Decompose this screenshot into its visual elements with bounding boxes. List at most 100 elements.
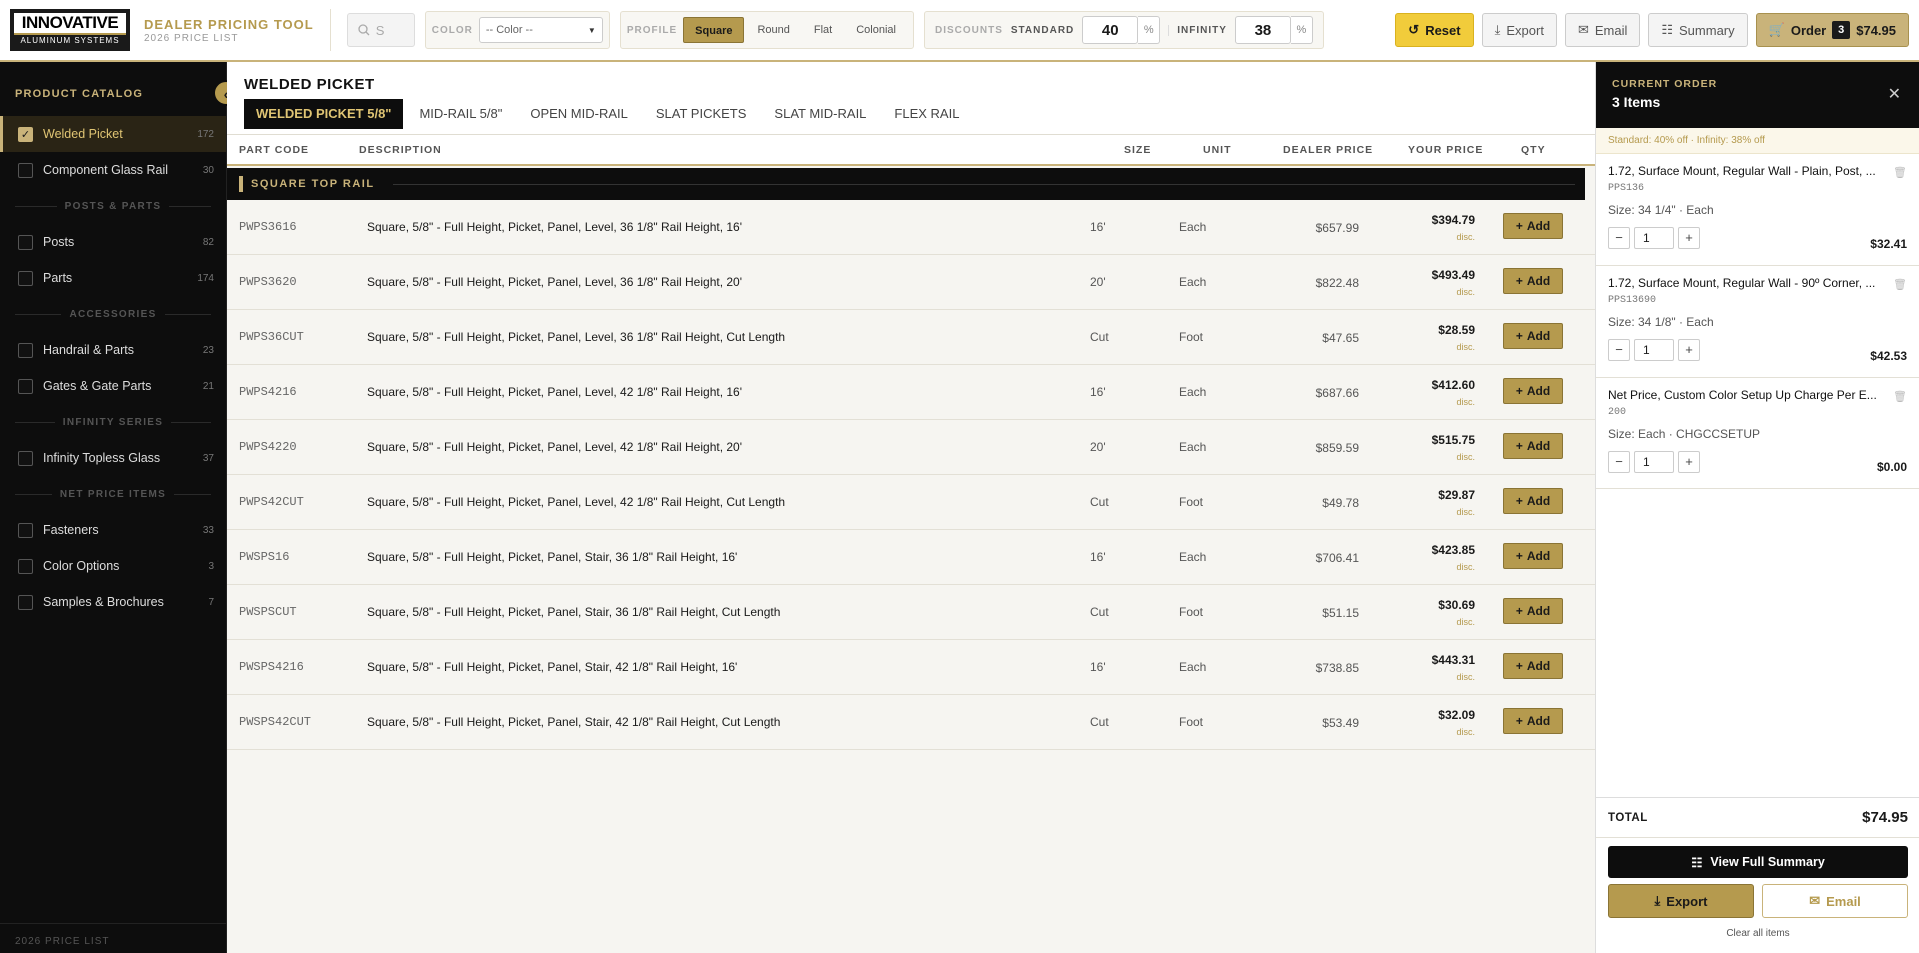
add-button[interactable]: + Add bbox=[1503, 653, 1563, 679]
sidebar-item-parts[interactable]: Parts 174 bbox=[0, 260, 226, 296]
profile-flat[interactable]: Flat bbox=[803, 17, 843, 43]
sidebar-item-infinity-glass[interactable]: Infinity Topless Glass 37 bbox=[0, 440, 226, 476]
sidebar-item-label: Color Options bbox=[43, 559, 120, 573]
tab-slat-mid-rail[interactable]: SLAT MID-RAIL bbox=[762, 99, 878, 129]
decrement-button[interactable]: − bbox=[1608, 451, 1630, 473]
add-button[interactable]: + Add bbox=[1503, 598, 1563, 624]
decrement-button[interactable]: − bbox=[1608, 227, 1630, 249]
part-size: Cut bbox=[1090, 495, 1109, 509]
group-bar bbox=[239, 176, 243, 192]
export-button[interactable]: ⤓ Export bbox=[1481, 13, 1557, 47]
tab-welded-picket[interactable]: WELDED PICKET 5/8" bbox=[244, 99, 404, 129]
part-description: Square, 5/8" - Full Height, Picket, Pane… bbox=[367, 275, 743, 289]
quantity-input[interactable]: 1 bbox=[1634, 227, 1674, 249]
order-item-price: $42.53 bbox=[1870, 349, 1907, 363]
quantity-input[interactable]: 1 bbox=[1634, 339, 1674, 361]
add-button[interactable]: + Add bbox=[1503, 433, 1563, 459]
product-rows: PWPS3616 Square, 5/8" - Full Height, Pick… bbox=[227, 200, 1595, 750]
order-button[interactable]: 🛒 Order 3 $74.95 bbox=[1755, 13, 1909, 47]
sidebar-item-component-glass-rail[interactable]: Component Glass Rail 30 bbox=[0, 152, 226, 188]
add-button[interactable]: + Add bbox=[1503, 488, 1563, 514]
add-button[interactable]: + Add bbox=[1503, 268, 1563, 294]
col-dealer-price: DEALER PRICE bbox=[1283, 143, 1374, 156]
group-header: SQUARE TOP RAIL bbox=[227, 168, 1585, 200]
profile-round[interactable]: Round bbox=[746, 17, 800, 43]
sidebar-item-count: 82 bbox=[202, 236, 214, 248]
order-panel-label: CURRENT ORDER bbox=[1612, 78, 1718, 90]
part-description: Square, 5/8" - Full Height, Picket, Pane… bbox=[367, 330, 786, 344]
add-button[interactable]: + Add bbox=[1503, 708, 1563, 734]
close-icon[interactable]: ✕ bbox=[1888, 84, 1901, 104]
cart-email-button[interactable]: ✉ Email bbox=[1762, 884, 1908, 918]
increment-button[interactable]: + bbox=[1678, 451, 1700, 473]
part-unit: Each bbox=[1179, 440, 1207, 454]
tab-flex-rail[interactable]: FLEX RAIL bbox=[882, 99, 971, 129]
checkbox-icon bbox=[18, 234, 33, 250]
infinity-discount-input[interactable]: 38 bbox=[1234, 16, 1291, 44]
trash-icon[interactable]: 🗑 bbox=[1893, 166, 1907, 179]
table-row: PWPS3620 Square, 5/8" - Full Height, Pick… bbox=[227, 255, 1595, 310]
quantity-input[interactable]: 1 bbox=[1634, 451, 1674, 473]
col-description: DESCRIPTION bbox=[359, 143, 442, 156]
sidebar-item-label: Posts bbox=[43, 235, 75, 249]
standard-discount-input[interactable]: 40 bbox=[1082, 16, 1139, 44]
sidebar-item-color-options[interactable]: Color Options 3 bbox=[0, 548, 226, 584]
plus-icon: + bbox=[1515, 604, 1523, 618]
part-code: PWPS3620 bbox=[239, 275, 297, 289]
reset-button[interactable]: ↺ Reset bbox=[1395, 13, 1474, 47]
sidebar-section-posts-parts: POSTS & PARTS bbox=[0, 188, 226, 224]
sidebar-item-posts[interactable]: Posts 82 bbox=[0, 224, 226, 260]
dealer-price: $822.48 bbox=[1315, 276, 1359, 290]
view-summary-label: View Full Summary bbox=[1710, 855, 1825, 869]
trash-icon[interactable]: 🗑 bbox=[1893, 278, 1907, 291]
profile-colonial[interactable]: Colonial bbox=[845, 17, 907, 43]
increment-button[interactable]: + bbox=[1678, 227, 1700, 249]
checkbox-icon bbox=[18, 378, 33, 394]
sidebar-item-welded-picket[interactable]: ✓ Welded Picket 172 bbox=[0, 116, 226, 152]
search-input[interactable]: S bbox=[346, 13, 415, 47]
summary-button[interactable]: ☷ Summary bbox=[1648, 13, 1748, 47]
trash-icon[interactable]: 🗑 bbox=[1893, 390, 1907, 403]
sidebar-item-handrail[interactable]: Handrail & Parts 23 bbox=[0, 332, 226, 368]
profile-square[interactable]: Square bbox=[683, 17, 745, 43]
app-subtitle: 2026 PRICE LIST bbox=[144, 32, 239, 44]
add-button[interactable]: + Add bbox=[1503, 378, 1563, 404]
part-unit: Each bbox=[1179, 220, 1207, 234]
sidebar-item-count: 37 bbox=[202, 452, 214, 464]
tab-mid-rail[interactable]: MID-RAIL 5/8" bbox=[407, 99, 514, 129]
sidebar-item-gates[interactable]: Gates & Gate Parts 21 bbox=[0, 368, 226, 404]
checkbox-icon bbox=[18, 558, 33, 574]
part-unit: Foot bbox=[1179, 330, 1204, 344]
clear-all-link[interactable]: Clear all items bbox=[1596, 928, 1919, 939]
part-unit: Foot bbox=[1179, 605, 1204, 619]
part-description: Square, 5/8" - Full Height, Picket, Pane… bbox=[367, 385, 743, 399]
sidebar-item-samples[interactable]: Samples & Brochures 7 bbox=[0, 584, 226, 620]
decrement-button[interactable]: − bbox=[1608, 339, 1630, 361]
profile-label: PROFILE bbox=[626, 24, 678, 36]
category-tabs: WELDED PICKET 5/8" MID-RAIL 5/8" OPEN MI… bbox=[244, 99, 1578, 129]
color-select[interactable]: -- Color -- ▼ bbox=[478, 17, 603, 43]
your-price: $29.87 bbox=[1438, 488, 1475, 502]
order-panel-header: CURRENT ORDER 3 Items ✕ bbox=[1596, 62, 1919, 128]
add-button[interactable]: + Add bbox=[1503, 323, 1563, 349]
cart-export-button[interactable]: ⤓ Export bbox=[1608, 884, 1754, 918]
tab-slat-pickets[interactable]: SLAT PICKETS bbox=[644, 99, 759, 129]
cart-email-label: Email bbox=[1826, 893, 1861, 909]
increment-button[interactable]: + bbox=[1678, 339, 1700, 361]
email-button[interactable]: ✉ Email bbox=[1564, 13, 1641, 47]
sidebar-item-fasteners[interactable]: Fasteners 33 bbox=[0, 512, 226, 548]
col-size: SIZE bbox=[1124, 143, 1152, 156]
profile-group: PROFILE Square Round Flat Colonial bbox=[619, 11, 914, 49]
table-row: PWPS4220 Square, 5/8" - Full Height, Pick… bbox=[227, 420, 1595, 475]
tab-open-mid-rail[interactable]: OPEN MID-RAIL bbox=[518, 99, 640, 129]
add-label: Add bbox=[1526, 219, 1551, 233]
logo-sub: ALUMINUM SYSTEMS bbox=[20, 36, 120, 45]
add-button[interactable]: + Add bbox=[1503, 543, 1563, 569]
view-full-summary-button[interactable]: ☷ View Full Summary bbox=[1608, 846, 1908, 878]
order-panel: CURRENT ORDER 3 Items ✕ Standard: 40% of… bbox=[1595, 62, 1919, 953]
email-label: Email bbox=[1594, 22, 1628, 38]
add-button[interactable]: + Add bbox=[1503, 213, 1563, 239]
brand-logo: INNOVATIVE ALUMINUM SYSTEMS bbox=[10, 9, 130, 51]
order-item-size: Size: 34 1/8" · Each bbox=[1608, 315, 1714, 329]
order-label: Order bbox=[1790, 22, 1827, 38]
